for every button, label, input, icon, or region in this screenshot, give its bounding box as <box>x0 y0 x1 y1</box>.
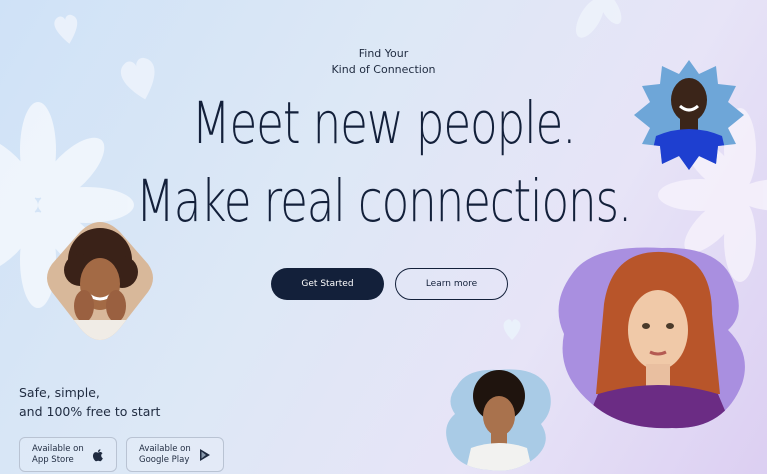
google-play-line2: Google Play <box>139 454 190 465</box>
apple-icon <box>92 449 103 462</box>
app-store-line1: Available on <box>32 443 84 454</box>
headline-line1: Meet new people. <box>191 89 577 157</box>
headline-line2: Make real connections. <box>135 167 632 235</box>
get-started-button[interactable]: Get Started <box>271 268 384 300</box>
tagline-line2: and 100% free to start <box>19 404 161 419</box>
tagline: Safe, simple, and 100% free to start <box>19 383 160 421</box>
app-store-line2: App Store <box>32 454 74 465</box>
portrait-curly-woman <box>47 222 153 340</box>
google-play-line1: Available on <box>139 443 191 454</box>
portrait-curly-man <box>446 369 551 471</box>
google-play-button[interactable]: Available on Google Play <box>126 437 224 472</box>
portrait-redhead-woman <box>558 247 745 429</box>
tagline-line1: Safe, simple, <box>19 385 100 400</box>
learn-more-button[interactable]: Learn more <box>395 268 508 300</box>
app-store-button[interactable]: Available on App Store <box>19 437 117 472</box>
portrait-smiling-man <box>634 60 744 170</box>
play-icon <box>200 449 210 461</box>
